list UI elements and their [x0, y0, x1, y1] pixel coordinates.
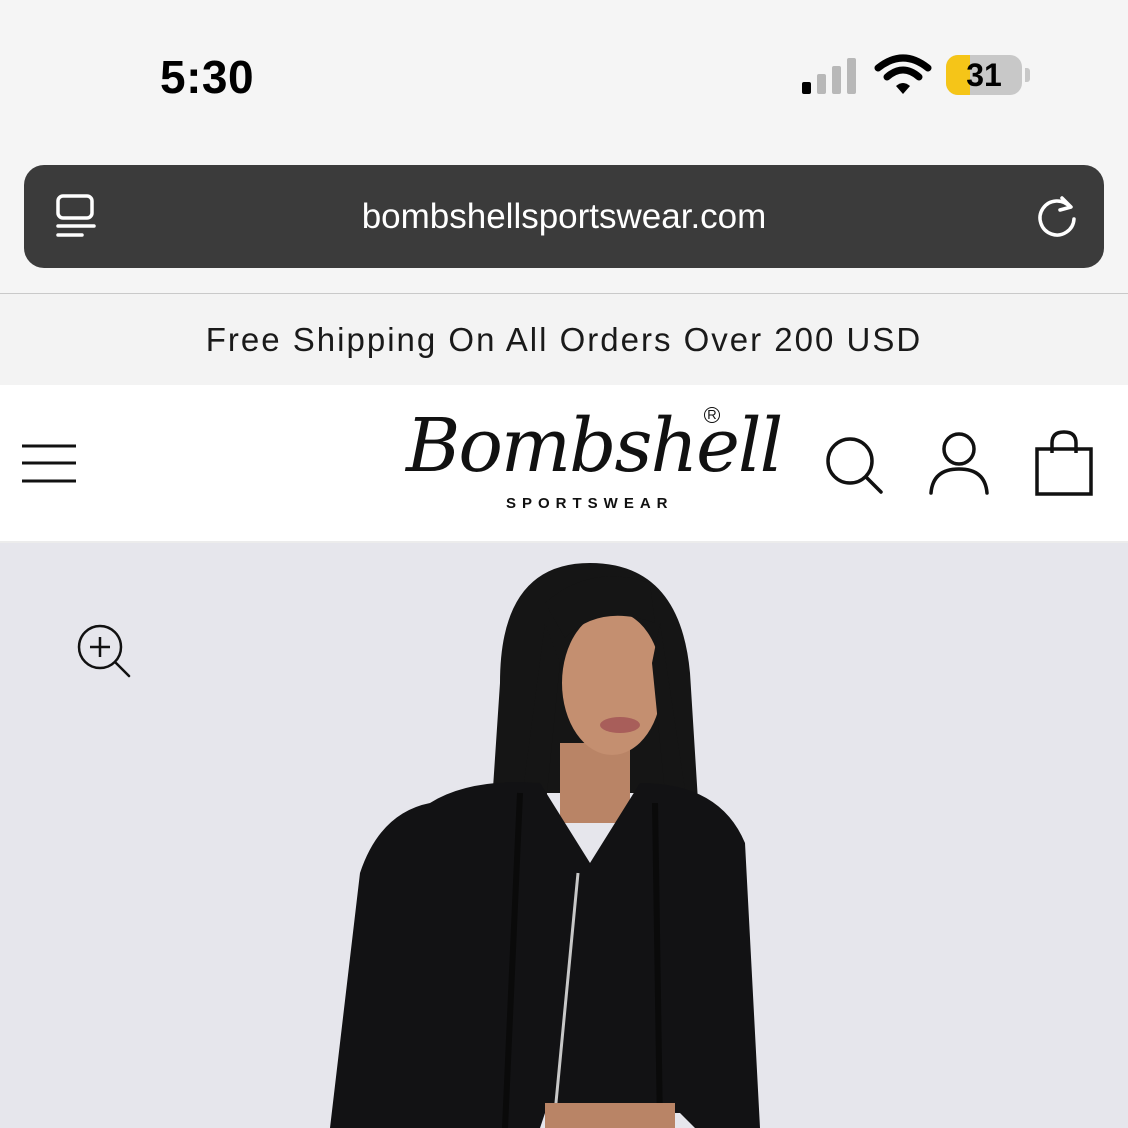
logo-subtitle: SPORTSWEAR	[506, 495, 674, 512]
status-bar: 5:30 31	[0, 0, 1128, 150]
logo-registered-mark: R	[704, 407, 720, 423]
url-text[interactable]: bombshellsportswear.com	[144, 165, 984, 268]
brand-logo[interactable]: Bombshell R SPORTSWEAR	[398, 403, 783, 523]
announcement-text: Free Shipping On All Orders Over 200 USD	[205, 321, 923, 358]
battery-level: 31	[966, 57, 1002, 93]
battery-icon: 31	[946, 55, 1032, 97]
battery-body: 31	[946, 55, 1022, 95]
product-image[interactable]	[0, 543, 1128, 1128]
cart-icon[interactable]	[1034, 429, 1094, 497]
address-bar[interactable]: bombshellsportswear.com	[24, 165, 1104, 268]
status-time: 5:30	[160, 51, 255, 103]
reload-icon[interactable]	[1034, 193, 1080, 239]
account-icon[interactable]	[928, 431, 990, 495]
logo-script: Bombshell	[406, 403, 783, 489]
wifi-icon	[874, 54, 932, 94]
menu-icon[interactable]	[22, 443, 76, 485]
signal-icon	[802, 58, 856, 94]
zoom-in-icon[interactable]	[76, 623, 132, 679]
search-icon[interactable]	[824, 435, 884, 495]
battery-tip	[1025, 68, 1030, 82]
tabs-icon[interactable]	[54, 193, 98, 241]
site-header: Bombshell R SPORTSWEAR	[0, 385, 1128, 543]
product-photo	[330, 563, 760, 1128]
announcement-bar: Free Shipping On All Orders Over 200 USD	[0, 294, 1128, 385]
